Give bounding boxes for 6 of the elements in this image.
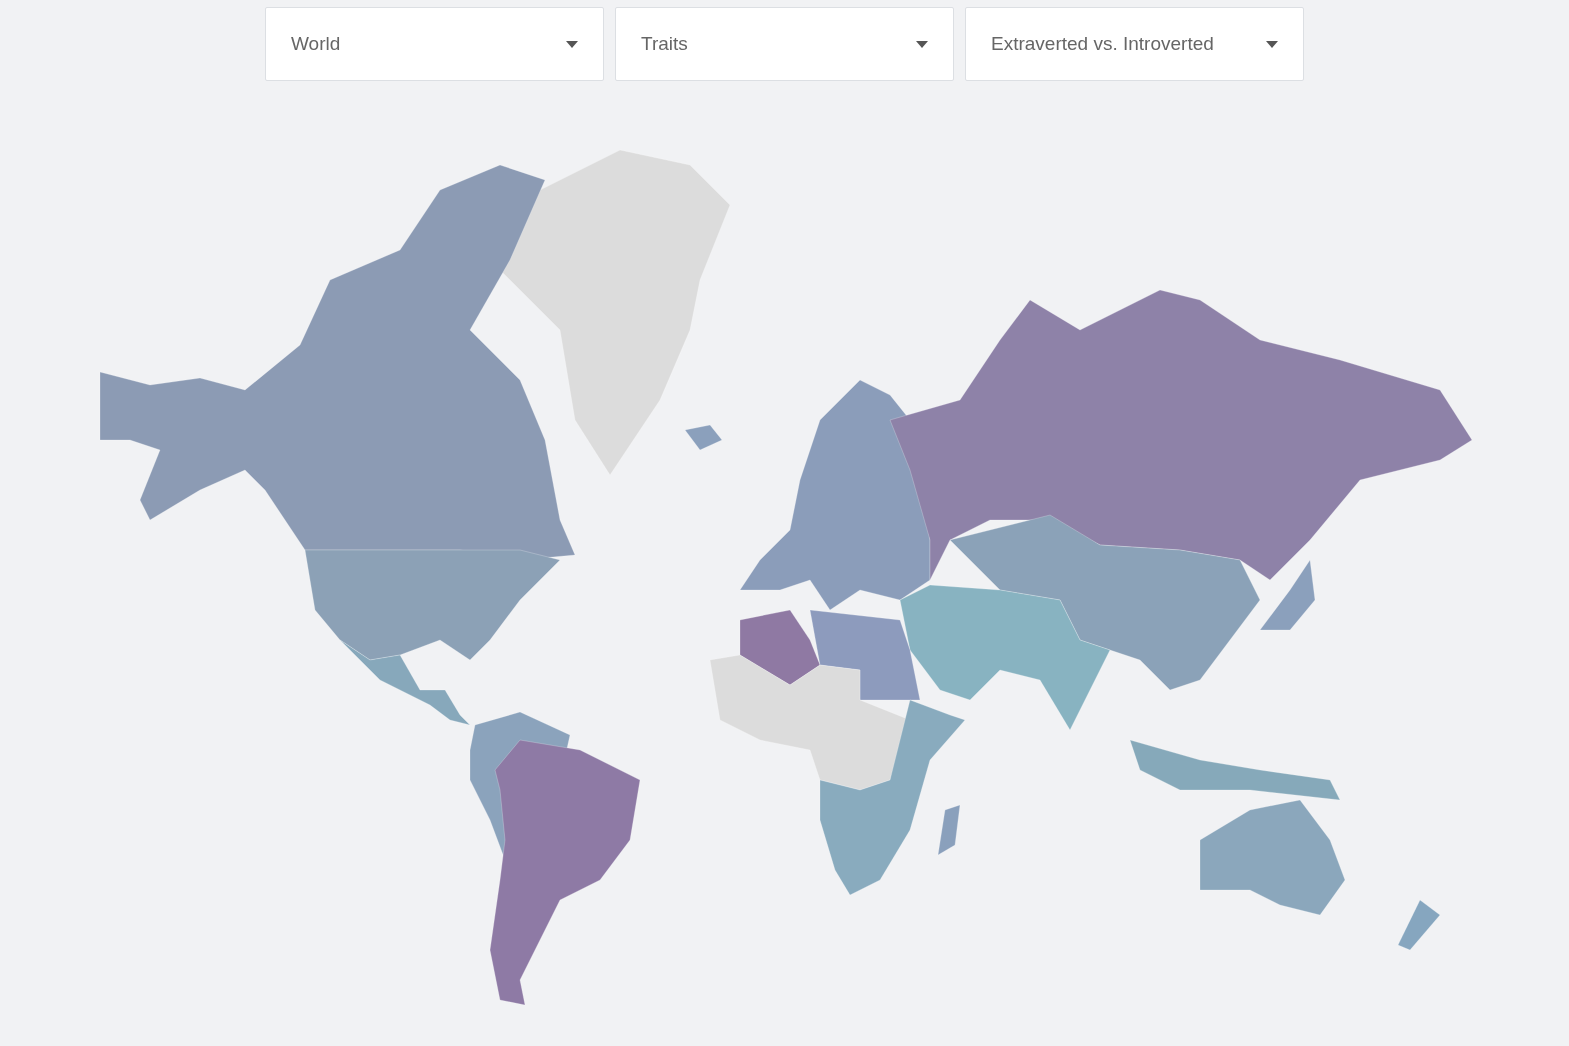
- caret-icon: [1266, 40, 1278, 48]
- filter-dropdown[interactable]: Traits: [615, 7, 954, 81]
- caret-icon: [566, 40, 578, 48]
- filter-dropdown[interactable]: Extraverted vs. Introverted: [965, 7, 1304, 81]
- caret-icon: [916, 40, 928, 48]
- filter-dropdown[interactable]: World: [265, 7, 604, 81]
